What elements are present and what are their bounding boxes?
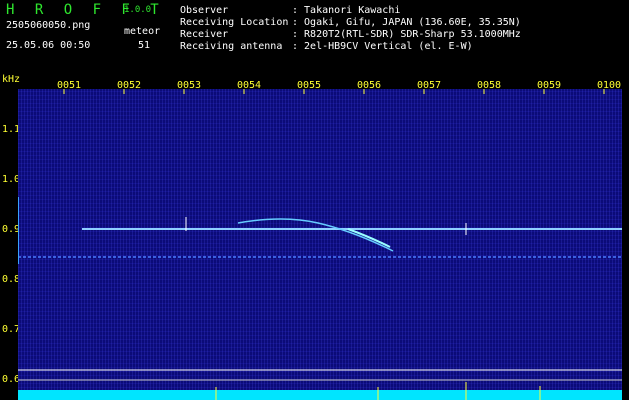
- observer-label: Observer: [180, 5, 229, 16]
- spectrogram-plot: [18, 89, 622, 400]
- location-label: Receiving Location: [180, 17, 289, 28]
- datetime: 25.05.06 00:50: [6, 40, 91, 51]
- meteor-label: meteor: [124, 26, 161, 37]
- header-panel: H R O F F T 1.0.0 2505060050.png meteor …: [0, 0, 629, 72]
- meteor-count: 51: [138, 40, 151, 51]
- location-value: : Ogaki, Gifu, JAPAN (136.60E, 35.35N): [292, 17, 521, 28]
- observer-value: : Takanori Kawachi: [292, 5, 401, 16]
- receiver-label: Receiver: [180, 29, 229, 40]
- antenna-value: : 2el-HB9CV Vertical (el. E-W): [292, 41, 473, 52]
- app-version: 1.0.0: [124, 5, 152, 15]
- antenna-label: Receiving antenna: [180, 41, 283, 52]
- receiver-value: : R820T2(RTL-SDR) SDR-Sharp 53.1000MHz: [292, 29, 521, 40]
- image-filename: 2505060050.png: [6, 20, 91, 31]
- meteor-echo-head: [347, 228, 391, 248]
- spectrogram-overlay: [18, 89, 622, 400]
- baseline-strip: [18, 390, 622, 400]
- y-axis-unit: kHz: [2, 74, 21, 85]
- meteor-echo-trace: [237, 218, 394, 252]
